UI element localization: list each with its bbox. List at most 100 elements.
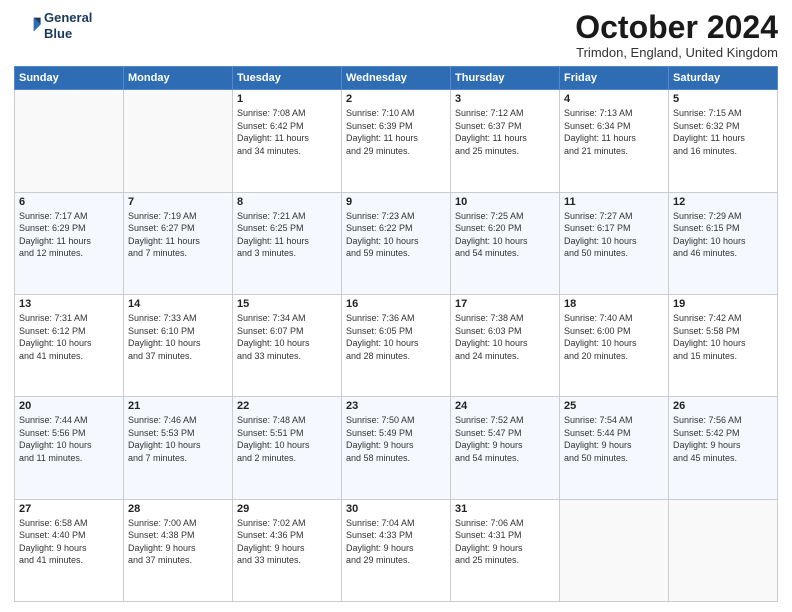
calendar-cell-5-6 [560,499,669,601]
calendar-table: SundayMondayTuesdayWednesdayThursdayFrid… [14,66,778,602]
calendar-cell-1-6: 4Sunrise: 7:13 AM Sunset: 6:34 PM Daylig… [560,90,669,192]
col-header-saturday: Saturday [669,67,778,90]
day-info: Sunrise: 7:40 AM Sunset: 6:00 PM Dayligh… [564,312,664,362]
day-number: 28 [128,503,228,515]
day-info: Sunrise: 7:44 AM Sunset: 5:56 PM Dayligh… [19,414,119,464]
calendar-cell-3-7: 19Sunrise: 7:42 AM Sunset: 5:58 PM Dayli… [669,294,778,396]
title-block: October 2024 Trimdon, England, United Ki… [575,10,778,60]
day-info: Sunrise: 7:17 AM Sunset: 6:29 PM Dayligh… [19,210,119,260]
day-info: Sunrise: 7:36 AM Sunset: 6:05 PM Dayligh… [346,312,446,362]
col-header-wednesday: Wednesday [342,67,451,90]
day-info: Sunrise: 7:29 AM Sunset: 6:15 PM Dayligh… [673,210,773,260]
day-number: 7 [128,196,228,208]
header: General Blue October 2024 Trimdon, Engla… [14,10,778,60]
day-number: 1 [237,93,337,105]
day-info: Sunrise: 7:08 AM Sunset: 6:42 PM Dayligh… [237,107,337,157]
day-number: 25 [564,400,664,412]
col-header-sunday: Sunday [15,67,124,90]
day-number: 27 [19,503,119,515]
day-number: 6 [19,196,119,208]
day-info: Sunrise: 7:42 AM Sunset: 5:58 PM Dayligh… [673,312,773,362]
calendar-cell-1-4: 2Sunrise: 7:10 AM Sunset: 6:39 PM Daylig… [342,90,451,192]
day-number: 31 [455,503,555,515]
calendar-cell-4-4: 23 Sunrise: 7:50 AM Sunset: 5:49 PM Dayli… [342,397,451,499]
day-info: Sunrise: 7:00 AM Sunset: 4:38 PM Dayligh… [128,517,228,567]
day-number: 12 [673,196,773,208]
day-number: 23 [346,400,446,412]
calendar-cell-5-3: 29 Sunrise: 7:02 AM Sunset: 4:36 PM Dayli… [233,499,342,601]
day-number: 5 [673,93,773,105]
day-info: Sunrise: 7:12 AM Sunset: 6:37 PM Dayligh… [455,107,555,157]
calendar-cell-3-4: 16Sunrise: 7:36 AM Sunset: 6:05 PM Dayli… [342,294,451,396]
day-number: 21 [128,400,228,412]
day-info: Sunrise: 7:02 AM Sunset: 4:36 PM Dayligh… [237,517,337,567]
calendar-week-3: 13 Sunrise: 7:31 AM Sunset: 6:12 PM Dayli… [15,294,778,396]
location: Trimdon, England, United Kingdom [575,45,778,60]
logo-text: General Blue [44,10,92,41]
day-info: Sunrise: 7:46 AM Sunset: 5:53 PM Dayligh… [128,414,228,464]
day-info: Sunrise: 7:50 AM Sunset: 5:49 PM Dayligh… [346,414,446,464]
day-info: Sunrise: 7:52 AM Sunset: 5:47 PM Dayligh… [455,414,555,464]
day-info: Sunrise: 7:56 AM Sunset: 5:42 PM Dayligh… [673,414,773,464]
day-info: Sunrise: 7:23 AM Sunset: 6:22 PM Dayligh… [346,210,446,260]
logo-icon [14,12,42,40]
day-number: 17 [455,298,555,310]
calendar-cell-1-7: 5 Sunrise: 7:15 AM Sunset: 6:32 PM Daylig… [669,90,778,192]
calendar-cell-3-3: 15Sunrise: 7:34 AM Sunset: 6:07 PM Dayli… [233,294,342,396]
day-info: Sunrise: 7:54 AM Sunset: 5:44 PM Dayligh… [564,414,664,464]
day-number: 8 [237,196,337,208]
day-number: 9 [346,196,446,208]
day-number: 24 [455,400,555,412]
day-info: Sunrise: 7:25 AM Sunset: 6:20 PM Dayligh… [455,210,555,260]
day-number: 26 [673,400,773,412]
col-header-tuesday: Tuesday [233,67,342,90]
calendar-cell-3-2: 14 Sunrise: 7:33 AM Sunset: 6:10 PM Dayli… [124,294,233,396]
calendar-cell-2-5: 10Sunrise: 7:25 AM Sunset: 6:20 PM Dayli… [451,192,560,294]
day-info: Sunrise: 7:48 AM Sunset: 5:51 PM Dayligh… [237,414,337,464]
calendar-week-1: 1 Sunrise: 7:08 AM Sunset: 6:42 PM Daylig… [15,90,778,192]
calendar-cell-1-1 [15,90,124,192]
day-info: Sunrise: 7:06 AM Sunset: 4:31 PM Dayligh… [455,517,555,567]
day-number: 29 [237,503,337,515]
calendar-cell-3-6: 18 Sunrise: 7:40 AM Sunset: 6:00 PM Dayli… [560,294,669,396]
calendar-cell-5-1: 27Sunrise: 6:58 AM Sunset: 4:40 PM Dayli… [15,499,124,601]
calendar-cell-4-1: 20 Sunrise: 7:44 AM Sunset: 5:56 PM Dayli… [15,397,124,499]
calendar-cell-4-5: 24 Sunrise: 7:52 AM Sunset: 5:47 PM Dayli… [451,397,560,499]
calendar-cell-1-2 [124,90,233,192]
logo: General Blue [14,10,92,41]
calendar-cell-4-7: 26 Sunrise: 7:56 AM Sunset: 5:42 PM Dayli… [669,397,778,499]
day-number: 18 [564,298,664,310]
calendar-cell-5-5: 31 Sunrise: 7:06 AM Sunset: 4:31 PM Dayli… [451,499,560,601]
calendar-cell-2-1: 6 Sunrise: 7:17 AM Sunset: 6:29 PM Daylig… [15,192,124,294]
calendar-cell-2-4: 9 Sunrise: 7:23 AM Sunset: 6:22 PM Daylig… [342,192,451,294]
calendar-cell-2-7: 12 Sunrise: 7:29 AM Sunset: 6:15 PM Dayli… [669,192,778,294]
calendar-cell-2-3: 8Sunrise: 7:21 AM Sunset: 6:25 PM Daylig… [233,192,342,294]
day-number: 14 [128,298,228,310]
calendar-week-5: 27Sunrise: 6:58 AM Sunset: 4:40 PM Dayli… [15,499,778,601]
calendar-cell-4-3: 22 Sunrise: 7:48 AM Sunset: 5:51 PM Dayli… [233,397,342,499]
day-info: Sunrise: 7:27 AM Sunset: 6:17 PM Dayligh… [564,210,664,260]
day-info: Sunrise: 7:13 AM Sunset: 6:34 PM Dayligh… [564,107,664,157]
calendar-cell-5-2: 28 Sunrise: 7:00 AM Sunset: 4:38 PM Dayli… [124,499,233,601]
logo-line2: Blue [44,26,92,42]
day-info: Sunrise: 7:34 AM Sunset: 6:07 PM Dayligh… [237,312,337,362]
day-number: 20 [19,400,119,412]
day-info: Sunrise: 7:33 AM Sunset: 6:10 PM Dayligh… [128,312,228,362]
day-number: 2 [346,93,446,105]
day-info: Sunrise: 7:15 AM Sunset: 6:32 PM Dayligh… [673,107,773,157]
calendar-cell-3-5: 17Sunrise: 7:38 AM Sunset: 6:03 PM Dayli… [451,294,560,396]
day-number: 22 [237,400,337,412]
calendar-cell-2-2: 7 Sunrise: 7:19 AM Sunset: 6:27 PM Daylig… [124,192,233,294]
calendar-cell-5-4: 30Sunrise: 7:04 AM Sunset: 4:33 PM Dayli… [342,499,451,601]
calendar-cell-4-2: 21 Sunrise: 7:46 AM Sunset: 5:53 PM Dayli… [124,397,233,499]
day-number: 3 [455,93,555,105]
month-title: October 2024 [575,10,778,45]
day-number: 11 [564,196,664,208]
day-info: Sunrise: 7:31 AM Sunset: 6:12 PM Dayligh… [19,312,119,362]
day-info: Sunrise: 7:19 AM Sunset: 6:27 PM Dayligh… [128,210,228,260]
col-header-friday: Friday [560,67,669,90]
day-number: 13 [19,298,119,310]
calendar-week-4: 20 Sunrise: 7:44 AM Sunset: 5:56 PM Dayli… [15,397,778,499]
calendar-header-row: SundayMondayTuesdayWednesdayThursdayFrid… [15,67,778,90]
calendar-week-2: 6 Sunrise: 7:17 AM Sunset: 6:29 PM Daylig… [15,192,778,294]
